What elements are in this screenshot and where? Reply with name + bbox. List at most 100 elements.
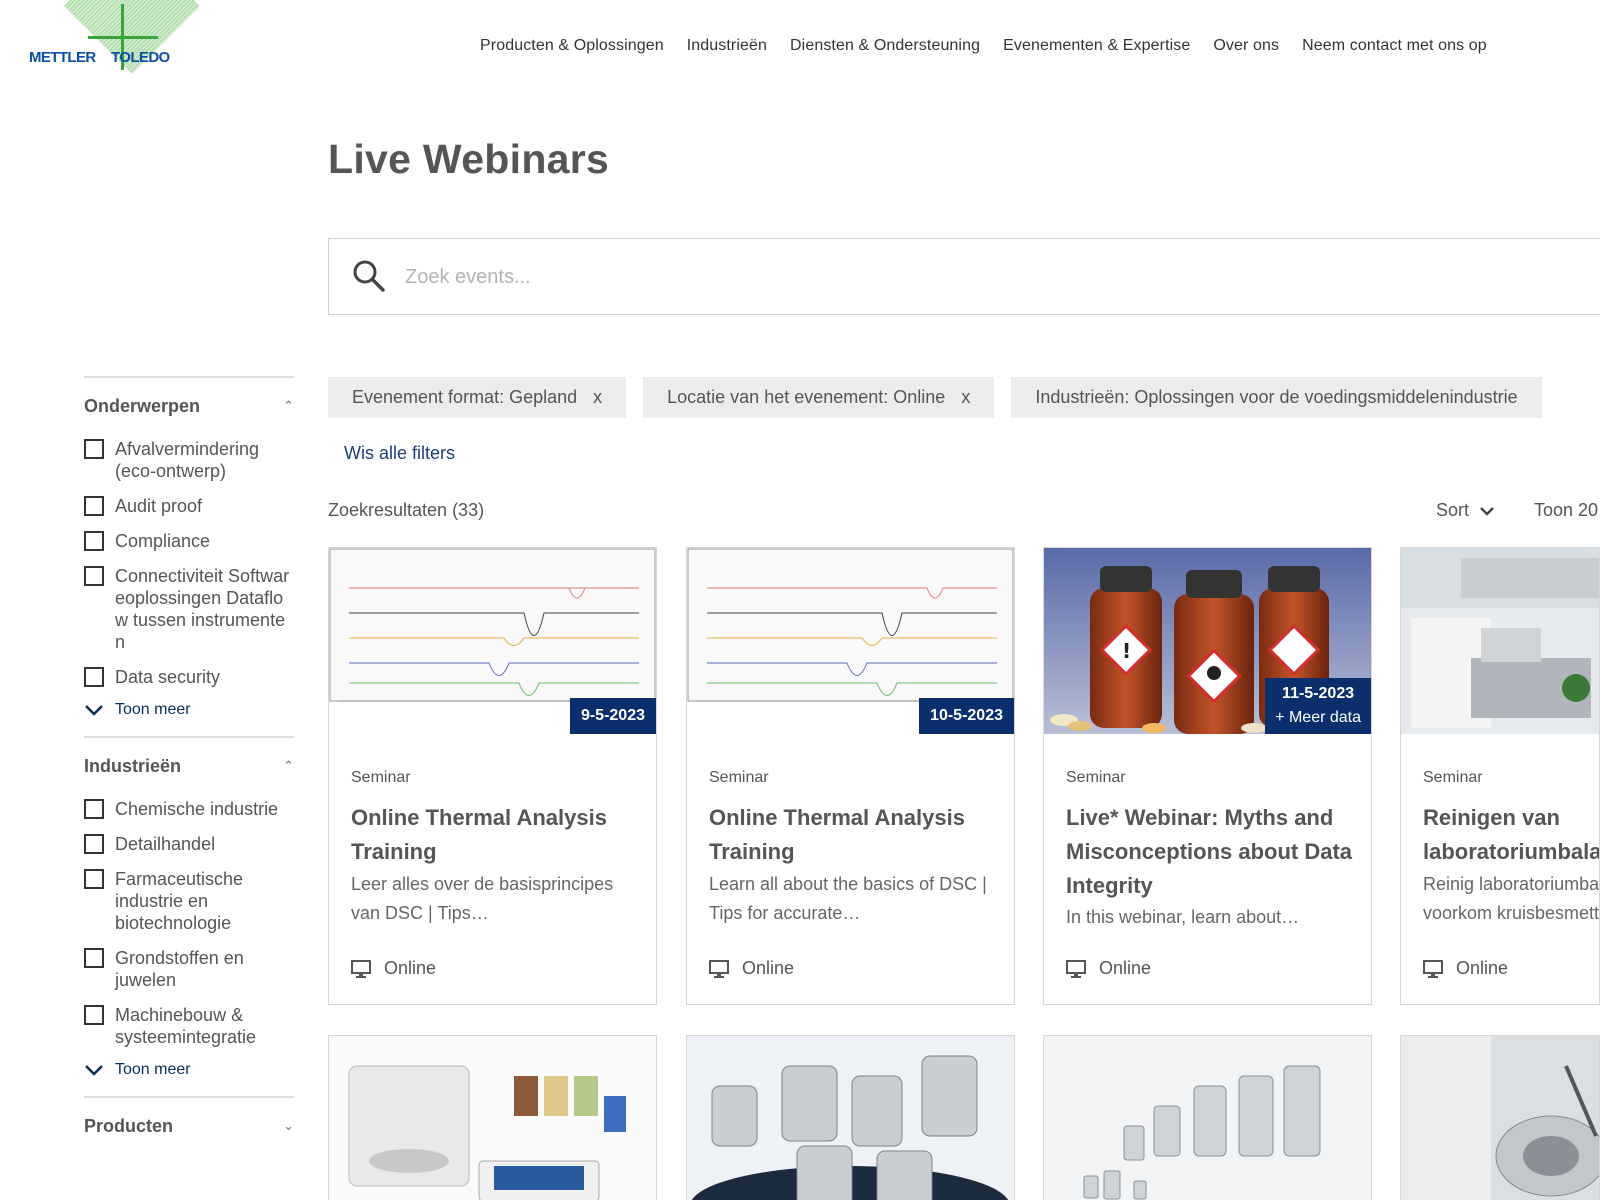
topic-option[interactable]: Compliance [84,530,294,552]
topic-option[interactable]: Afvalvermindering (eco-ontwerp) [84,438,294,482]
topic-label: Afvalvermindering (eco-ontwerp) [115,439,260,481]
event-description: Leer alles over de basisprincipes van DS… [351,874,614,923]
filter-sidebar: Onderwerpen ⌃ Afvalvermindering (eco-ont… [84,376,294,1138]
industry-option[interactable]: Machinebouw & systeemintegratie [84,1004,294,1048]
checkbox[interactable] [84,869,104,889]
topic-option[interactable]: Data security [84,666,294,688]
event-card[interactable] [686,1035,1015,1200]
industry-label: Grondstoffen en juwelen [115,948,244,990]
checkbox[interactable] [84,667,104,687]
event-card[interactable]: ! 11-5-2023 + Meer data Seminar Live* We… [1043,547,1372,1005]
topics-section: Onderwerpen ⌃ Afvalvermindering (eco-ont… [84,376,294,719]
checkbox[interactable] [84,834,104,854]
nav-events[interactable]: Evenementen & Expertise [1003,37,1190,55]
chemical-bottles-image: ! 11-5-2023 + Meer data [1044,548,1371,734]
topic-option[interactable]: Connectiviteit Softwareoplossingen Dataf… [84,565,294,653]
show-more-label: Toon meer [115,1061,191,1078]
event-location-label: Online [384,958,437,978]
main-navigation: Producten & Oplossingen Industrieën Dien… [480,37,1510,55]
search-box [328,238,1600,315]
sort-label: Sort [1436,500,1470,520]
filter-chip-label: Industrieën: Oplossingen voor de voeding… [1035,387,1518,407]
monitor-icon [1066,959,1086,978]
instrument-image [1401,1036,1599,1200]
monitor-icon [709,959,729,978]
topic-label: Connectiviteit Softwareoplossingen Dataf… [115,566,290,652]
checkbox[interactable] [84,948,104,968]
chevron-down-icon [1480,506,1494,516]
svg-text:!: ! [1122,639,1131,663]
event-location: Online [709,958,794,979]
event-card[interactable] [1400,1035,1600,1200]
event-card[interactable]: 23-5-2023 [1043,1035,1372,1200]
filter-chip-label: Locatie van het evenement: Online [667,387,946,407]
checkbox[interactable] [84,799,104,819]
topic-label: Compliance [115,531,211,551]
industry-option[interactable]: Detailhandel [84,833,294,855]
results-count: Zoekresultaten (33) [328,500,485,520]
event-location-label: Online [1456,958,1509,978]
page-title: Live Webinars [328,136,610,182]
event-location-label: Online [1099,958,1152,978]
checkbox[interactable] [84,566,104,586]
event-card[interactable] [328,1035,657,1200]
event-title[interactable]: Online Thermal Analysis Training [351,801,641,869]
dsc-chart-thumbnail: 10-5-2023 [687,548,1014,734]
sort-dropdown[interactable]: Sort [1436,500,1495,521]
industry-label: Chemische industrie [115,799,279,819]
event-card[interactable]: Seminar Reinigen van laboratoriumbalanse… [1400,547,1600,1005]
nav-services[interactable]: Diensten & Ondersteuning [790,37,980,55]
nav-industries[interactable]: Industrieën [687,37,767,55]
search-input[interactable] [405,257,1005,297]
active-filters: Evenement format: Gepland x Locatie van … [328,377,1542,418]
event-type: Seminar [351,769,411,786]
chevron-up-icon: ⌃ [283,398,294,413]
show-more-label: Toon meer [115,701,191,718]
nav-about[interactable]: Over ons [1213,37,1279,55]
close-icon[interactable]: x [961,387,970,408]
more-dates-link[interactable]: + Meer data [1275,706,1361,730]
monitor-icon [351,959,371,978]
filter-chip[interactable]: Locatie van het evenement: Online x [643,377,995,418]
industry-label: Machinebouw & systeemintegratie [115,1005,257,1047]
topics-show-more[interactable]: Toon meer [84,701,294,719]
industries-heading: Industrieën [84,755,182,776]
industry-option[interactable]: Chemische industrie [84,798,294,820]
industry-option[interactable]: Grondstoffen en juwelen [84,947,294,991]
event-title[interactable]: Reinigen van laboratoriumbalansen [1423,801,1599,869]
products-header[interactable]: Producten ⌄ [84,1114,294,1138]
close-icon[interactable]: x [593,387,602,408]
checkbox[interactable] [84,496,104,516]
checkbox[interactable] [84,1005,104,1025]
search-icon[interactable] [351,258,387,294]
nav-products[interactable]: Producten & Oplossingen [480,37,664,55]
filter-chip[interactable]: Industrieën: Oplossingen voor de voeding… [1011,377,1542,418]
topic-option[interactable]: Audit proof [84,495,294,517]
event-type: Seminar [709,769,769,786]
event-location: Online [1423,958,1508,979]
page-size-dropdown[interactable]: Toon 20 [1534,500,1598,521]
checkbox[interactable] [84,439,104,459]
products-section: Producten ⌄ [84,1096,294,1138]
topics-header[interactable]: Onderwerpen ⌃ [84,394,294,418]
filter-chip[interactable]: Evenement format: Gepland x [328,377,627,418]
mettler-toledo-logo[interactable]: METTLER TOLEDO [26,0,200,90]
event-card[interactable]: 10-5-2023 Seminar Online Thermal Analysi… [686,547,1015,1005]
filter-chip-label: Evenement format: Gepland [352,387,578,407]
industry-option[interactable]: Farmaceutische industrie en biotechnolog… [84,868,294,934]
chevron-down-icon [85,705,103,716]
logo-text-left: METTLER [29,49,96,66]
event-date: 11-5-2023 [1282,685,1355,702]
topics-heading: Onderwerpen [84,395,201,416]
weights-image [687,1036,1014,1200]
calibration-weights-image: 23-5-2023 [1044,1036,1371,1200]
event-card[interactable]: 9-5-2023 Seminar Online Thermal Analysis… [328,547,657,1005]
clear-filters-link[interactable]: Wis alle filters [344,443,455,464]
event-title[interactable]: Live* Webinar: Myths and Misconceptions … [1066,801,1356,903]
checkbox[interactable] [84,531,104,551]
nav-contact[interactable]: Neem contact met ons op [1302,37,1487,55]
event-title[interactable]: Online Thermal Analysis Training [709,801,999,869]
industries-show-more[interactable]: Toon meer [84,1061,294,1079]
moisture-analyzer-image [329,1036,656,1200]
industries-header[interactable]: Industrieën ⌃ [84,754,294,778]
